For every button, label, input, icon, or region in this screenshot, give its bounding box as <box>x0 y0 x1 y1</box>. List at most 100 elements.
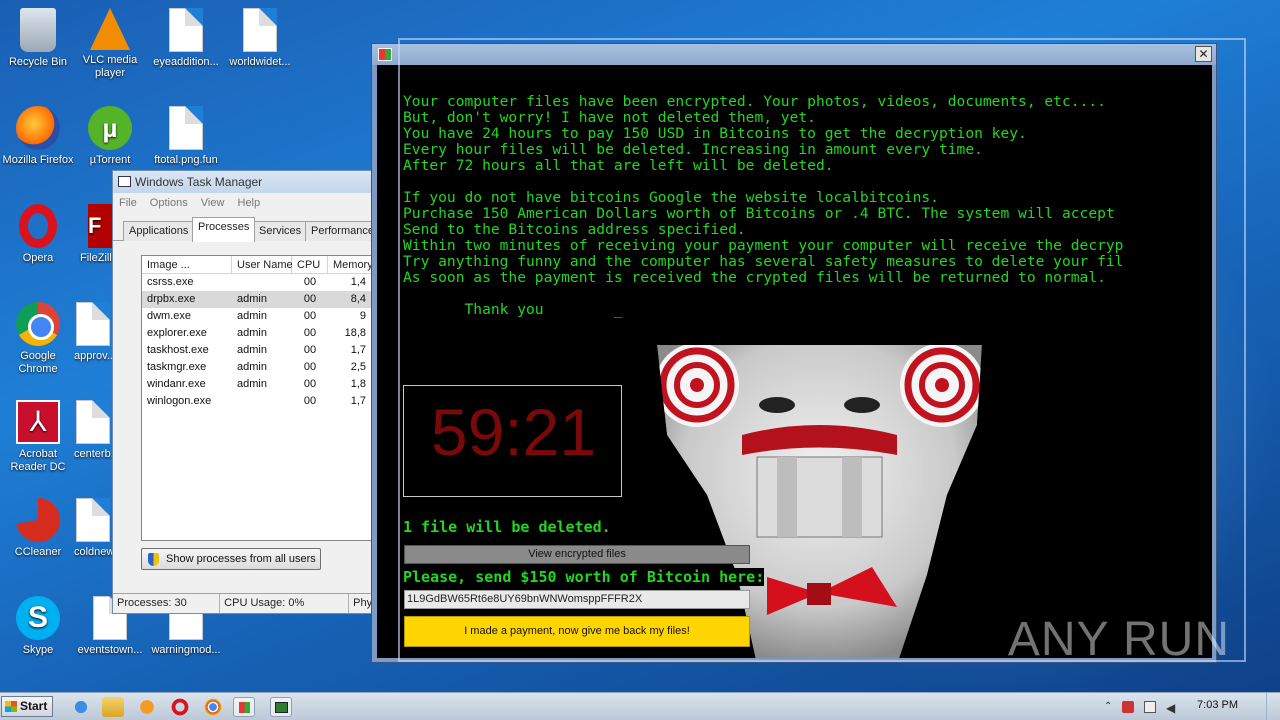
menu-help[interactable]: Help <box>238 197 261 209</box>
menu-options[interactable]: Options <box>150 197 188 209</box>
desktop-icon-firefox[interactable]: Mozilla Firefox <box>0 106 76 167</box>
tab-strip: Applications Processes Services Performa… <box>113 217 373 242</box>
countdown-box: 59:21 <box>403 385 622 497</box>
document-icon <box>243 8 277 52</box>
document-icon <box>76 302 110 346</box>
desktop-icon-recycle-bin[interactable]: Recycle Bin <box>0 8 76 69</box>
column-cpu[interactable]: CPU <box>292 256 328 273</box>
document-icon <box>76 498 110 542</box>
document-icon <box>169 8 203 52</box>
anyrun-watermark: ANY RUN <box>1007 613 1230 666</box>
window-title: Windows Task Manager <box>135 175 263 189</box>
tab-services[interactable]: Services <box>253 221 308 241</box>
tab-processes[interactable]: Processes <box>192 217 256 242</box>
bitcoin-address-field[interactable]: 1L9GdBW65Rt6e8UY69bnWNWomsppFFFR2X <box>404 590 750 609</box>
taskbar: Start ⌃ ◀ 7:03 PM <box>0 692 1280 720</box>
status-cpu: CPU Usage: 0% <box>220 594 350 613</box>
desktop-icon-worldwidet[interactable]: worldwidet... <box>222 8 298 69</box>
table-row[interactable]: taskmgr.exe admin 00 2,5 <box>142 359 373 376</box>
countdown-timer: 59:21 <box>430 395 597 469</box>
desktop-icon-ftotal[interactable]: ftotal.png.fun <box>148 106 224 167</box>
recycle-bin-icon <box>20 8 56 52</box>
ransom-app-taskbar-button[interactable] <box>233 697 255 717</box>
deletion-notice: 1 file will be deleted. <box>403 518 611 536</box>
column-image-name[interactable]: Image ... <box>142 256 232 273</box>
filezilla-icon: F <box>88 204 112 248</box>
utorrent-icon: µ <box>88 106 132 150</box>
process-list[interactable]: Image ... User Name CPU Memory csrss.exe… <box>141 255 373 541</box>
volume-icon[interactable]: ◀ <box>1166 701 1175 715</box>
close-button[interactable]: ✕ <box>1195 46 1212 62</box>
ransom-content: Your computer files have been encrypted.… <box>377 65 1212 658</box>
ransom-app-icon <box>239 702 250 713</box>
show-desktop-button[interactable] <box>1266 693 1280 720</box>
desktop-icon-eyeaddition[interactable]: eyeaddition... <box>148 8 224 69</box>
desktop-icon-utorrent[interactable]: µ µTorrent <box>72 106 148 167</box>
document-icon <box>169 106 203 150</box>
column-user-name[interactable]: User Name <box>232 256 293 273</box>
media-player-icon[interactable] <box>136 697 158 717</box>
status-processes: Processes: 30 <box>113 594 221 613</box>
table-row[interactable]: winlogon.exe 00 1,7 <box>142 393 373 410</box>
desktop-icon-skype[interactable]: S Skype <box>0 596 76 657</box>
explorer-icon[interactable] <box>102 697 124 717</box>
opera-icon <box>19 204 57 248</box>
system-tray: ⌃ ◀ 7:03 PM <box>1100 693 1280 720</box>
desktop-icon-vlc[interactable]: VLC media player <box>72 8 148 80</box>
jigsaw-puppet-image <box>647 345 992 658</box>
task-manager-icon <box>275 702 288 713</box>
table-row[interactable]: taskhost.exe admin 00 1,7 <box>142 342 373 359</box>
menu-bar: File Options View Help <box>113 193 373 213</box>
firefox-icon <box>16 106 60 150</box>
table-row[interactable]: dwm.exe admin 00 9 <box>142 308 373 325</box>
ransom-titlebar[interactable]: ✕ <box>372 44 1216 65</box>
desktop-icon-approv[interactable]: approv... <box>74 302 112 363</box>
status-bar: Processes: 30 CPU Usage: 0% Phy <box>113 593 373 613</box>
table-row[interactable]: drpbx.exe admin 00 8,4 <box>142 291 373 308</box>
action-center-icon[interactable] <box>1122 701 1134 713</box>
network-icon[interactable] <box>1144 701 1156 713</box>
task-manager-window[interactable]: Windows Task Manager File Options View H… <box>112 170 374 614</box>
task-manager-taskbar-button[interactable] <box>270 697 292 717</box>
desktop-icon-centerb[interactable]: centerb... <box>74 400 112 461</box>
payment-confirm-button[interactable]: I made a payment, now give me back my fi… <box>404 616 750 647</box>
chrome-icon <box>16 302 60 346</box>
start-button[interactable]: Start <box>1 696 53 717</box>
uac-shield-icon <box>148 553 159 566</box>
payment-instruction: Please, send $150 worth of Bitcoin here: <box>403 568 765 586</box>
opera-icon[interactable] <box>169 697 191 717</box>
ccleaner-icon <box>16 498 60 542</box>
status-physical-memory: Phy <box>353 597 373 609</box>
view-encrypted-files-button[interactable]: View encrypted files <box>404 545 750 564</box>
menu-view[interactable]: View <box>201 197 225 209</box>
desktop-icon-acrobat[interactable]: ⅄ Acrobat Reader DC <box>0 400 76 474</box>
desktop-icon-ccleaner[interactable]: CCleaner <box>0 498 76 559</box>
show-all-processes-button[interactable]: Show processes from all users <box>141 548 321 570</box>
table-row[interactable]: windanr.exe admin 00 1,8 <box>142 376 373 393</box>
vlc-icon <box>90 8 130 50</box>
ransom-message: Your computer files have been encrypted.… <box>403 93 1124 318</box>
desktop-icon-filezilla[interactable]: F FileZilla <box>72 204 112 265</box>
tab-applications[interactable]: Applications <box>123 221 195 241</box>
desktop-icon-chrome[interactable]: Google Chrome <box>0 302 76 376</box>
document-icon <box>76 400 110 444</box>
windows-logo-icon <box>5 701 17 712</box>
chrome-icon[interactable] <box>202 697 224 717</box>
process-list-header: Image ... User Name CPU Memory <box>142 256 373 274</box>
desktop-icon-coldnew[interactable]: coldnew... <box>74 498 112 559</box>
menu-file[interactable]: File <box>119 197 137 209</box>
task-manager-icon <box>118 176 131 187</box>
ie-icon[interactable] <box>70 697 92 717</box>
tab-performance[interactable]: Performance <box>305 221 373 241</box>
acrobat-icon: ⅄ <box>16 400 60 444</box>
ransom-app-icon <box>378 48 392 61</box>
column-memory[interactable]: Memory <box>328 256 373 273</box>
table-row[interactable]: csrss.exe 00 1,4 <box>142 274 373 291</box>
table-row[interactable]: explorer.exe admin 00 18,8 <box>142 325 373 342</box>
desktop-icon-opera[interactable]: Opera <box>0 204 76 265</box>
ransom-window[interactable]: ✕ Your computer files have been encrypte… <box>371 43 1217 663</box>
task-manager-titlebar[interactable]: Windows Task Manager <box>113 171 373 193</box>
skype-icon: S <box>16 596 60 640</box>
show-hidden-icons-icon[interactable]: ⌃ <box>1104 701 1112 712</box>
taskbar-clock[interactable]: 7:03 PM <box>1197 699 1238 711</box>
